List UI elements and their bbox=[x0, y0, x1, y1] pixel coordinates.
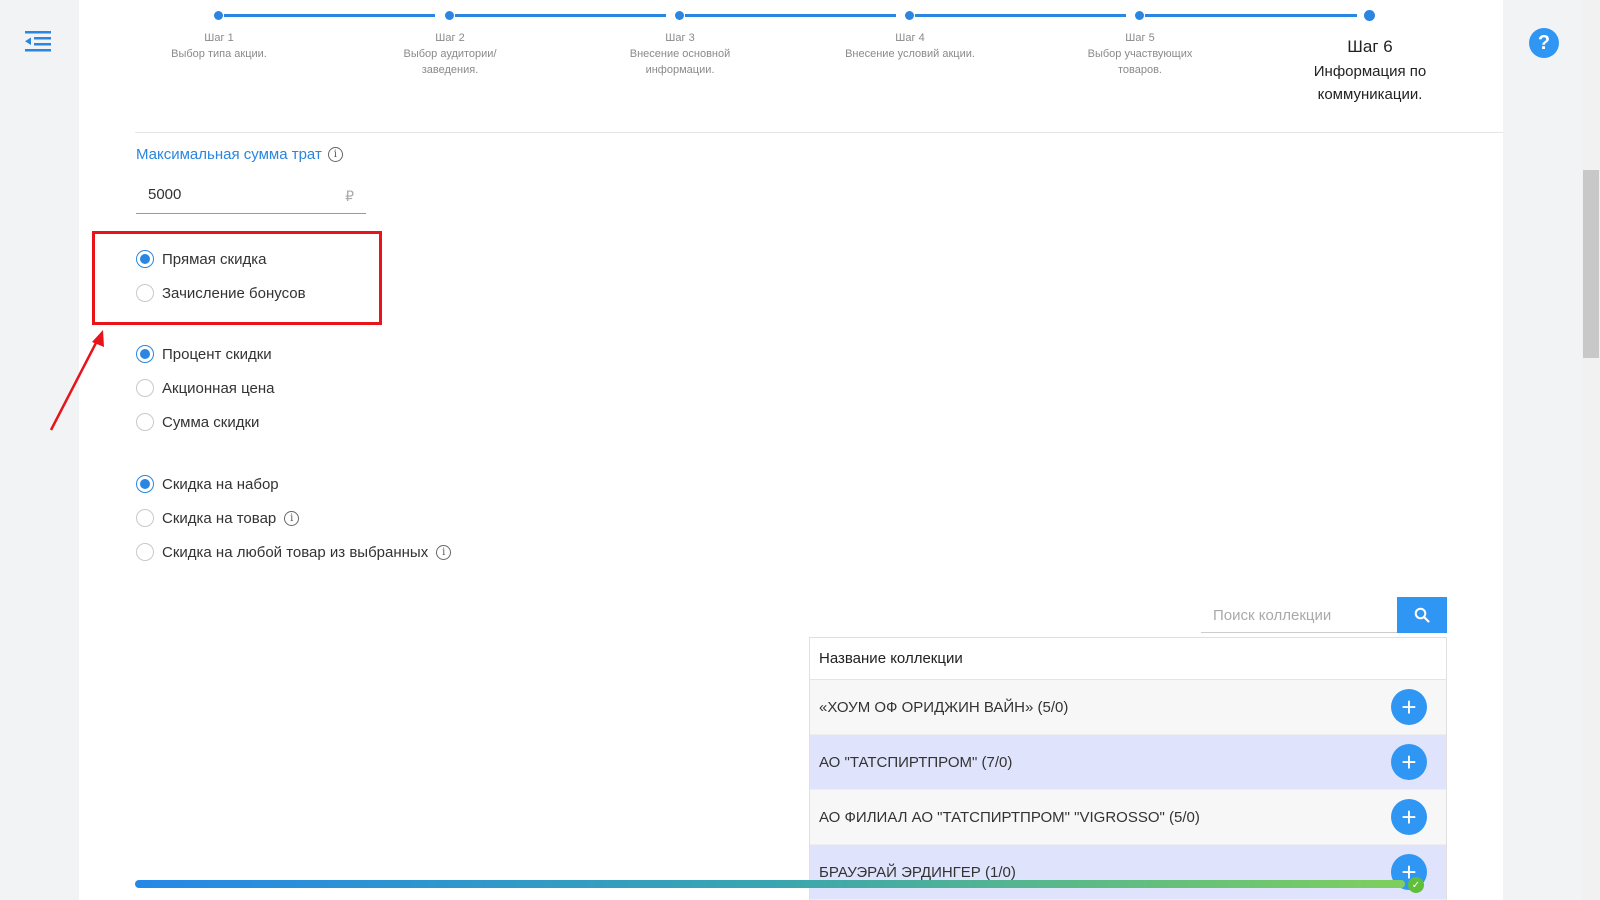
radio-label: Сумма скидки bbox=[162, 413, 260, 431]
step-number: Шаг 5 bbox=[1125, 32, 1155, 44]
step-connector bbox=[224, 14, 435, 17]
collections-table-header: Название коллекции bbox=[810, 638, 1446, 680]
radio-label: Скидка на товар bbox=[162, 509, 277, 527]
step-text: Выбор аудитории/заведения. bbox=[403, 48, 497, 76]
step-text: Информация по коммуникации. bbox=[1313, 63, 1427, 103]
wizard-stepper: Шаг 1 Выбор типа акции. Шаг 2 Выбор ауди… bbox=[79, 0, 1503, 110]
radio-label: Скидка на любой товар из выбранных bbox=[162, 543, 429, 561]
radio-button[interactable] bbox=[136, 543, 154, 561]
max-sum-value: 5000 bbox=[148, 186, 182, 203]
info-icon[interactable]: i bbox=[327, 147, 343, 162]
step-number: Шаг 4 bbox=[895, 32, 925, 44]
step-5-dot[interactable] bbox=[1135, 11, 1144, 20]
check-icon: ✓ bbox=[1408, 877, 1424, 893]
add-collection-button[interactable]: + bbox=[1391, 689, 1427, 725]
step-number: Шаг 3 bbox=[665, 32, 695, 44]
max-sum-label: Максимальная сумма трат i bbox=[136, 146, 343, 163]
add-collection-button[interactable]: + bbox=[1391, 744, 1427, 780]
table-row: «ХОУМ ОФ ОРИДЖИН ВАЙН» (5/0) + bbox=[810, 680, 1446, 735]
radio-button[interactable] bbox=[136, 475, 154, 493]
collection-name: АО ФИЛИАЛ АО "ТАТСПИРТПРОМ" "VIGROSSO" (… bbox=[819, 808, 1200, 826]
search-button[interactable] bbox=[1397, 597, 1447, 633]
annotation-arrow bbox=[49, 330, 104, 431]
step-text: Внесение основной информации. bbox=[629, 48, 731, 76]
step-text: Выбор участвующих товаров. bbox=[1087, 48, 1193, 76]
step-number: Шаг 1 bbox=[204, 32, 234, 44]
collections-table: Название коллекции «ХОУМ ОФ ОРИДЖИН ВАЙН… bbox=[809, 637, 1447, 900]
plus-icon: + bbox=[1401, 747, 1417, 777]
radio-item-discount[interactable]: Скидка на товар i bbox=[136, 509, 300, 527]
annotation-highlight-box bbox=[92, 231, 382, 325]
main-panel: Шаг 1 Выбор типа акции. Шаг 2 Выбор ауди… bbox=[79, 0, 1503, 900]
step-connector bbox=[685, 14, 896, 17]
menu-toggle-icon[interactable] bbox=[22, 28, 54, 56]
radio-label: Акционная цена bbox=[162, 379, 275, 397]
question-icon: ? bbox=[1537, 31, 1551, 54]
radio-discount-percent[interactable]: Процент скидки bbox=[136, 345, 272, 363]
collection-name: «ХОУМ ОФ ОРИДЖИН ВАЙН» (5/0) bbox=[819, 698, 1069, 716]
table-row: БРАУЭРАЙ ЭРДИНГЕР (1/0) + bbox=[810, 845, 1446, 900]
scrollbar-thumb[interactable] bbox=[1583, 170, 1599, 358]
step-1-dot[interactable] bbox=[214, 11, 223, 20]
help-button[interactable]: ? bbox=[1529, 28, 1559, 58]
max-sum-input[interactable]: 5000 ₽ bbox=[136, 180, 366, 214]
step-5-label[interactable]: Шаг 5 Выбор участвующих товаров. bbox=[1075, 30, 1205, 78]
step-3-dot[interactable] bbox=[675, 11, 684, 20]
collection-search-input[interactable]: Поиск коллекции bbox=[1201, 597, 1399, 633]
radio-set-discount[interactable]: Скидка на набор bbox=[136, 475, 279, 493]
divider bbox=[135, 132, 1503, 133]
radio-button[interactable] bbox=[136, 509, 154, 527]
radio-label: Процент скидки bbox=[162, 345, 272, 363]
step-number: Шаг 6 bbox=[1347, 37, 1393, 56]
search-icon bbox=[1414, 607, 1430, 623]
radio-button[interactable] bbox=[136, 345, 154, 363]
radio-button[interactable] bbox=[136, 413, 154, 431]
step-connector bbox=[455, 14, 666, 17]
collection-name: АО "ТАТСПИРТПРОМ" (7/0) bbox=[819, 753, 1013, 771]
plus-icon: + bbox=[1401, 692, 1417, 722]
step-number: Шаг 2 bbox=[435, 32, 465, 44]
step-connector bbox=[1145, 14, 1357, 17]
step-4-label[interactable]: Шаг 4 Внесение условий акции. bbox=[835, 30, 985, 62]
collection-name: БРАУЭРАЙ ЭРДИНГЕР (1/0) bbox=[819, 863, 1016, 881]
step-2-label[interactable]: Шаг 2 Выбор аудитории/заведения. bbox=[395, 30, 505, 78]
step-4-dot[interactable] bbox=[905, 11, 914, 20]
info-icon[interactable]: i bbox=[284, 510, 300, 526]
radio-button[interactable] bbox=[136, 379, 154, 397]
scrollbar-track[interactable] bbox=[1582, 0, 1600, 900]
progress-bar bbox=[135, 880, 1405, 888]
step-connector bbox=[915, 14, 1126, 17]
step-text: Внесение условий акции. bbox=[845, 48, 975, 60]
radio-any-selected-item-discount[interactable]: Скидка на любой товар из выбранных i bbox=[136, 543, 452, 561]
step-6-dot[interactable] bbox=[1364, 10, 1375, 21]
max-sum-label-text: Максимальная сумма трат bbox=[136, 146, 322, 163]
info-icon[interactable]: i bbox=[436, 544, 452, 560]
step-3-label[interactable]: Шаг 3 Внесение основной информации. bbox=[615, 30, 745, 78]
table-row: АО "ТАТСПИРТПРОМ" (7/0) + bbox=[810, 735, 1446, 790]
add-collection-button[interactable]: + bbox=[1391, 799, 1427, 835]
radio-label: Скидка на набор bbox=[162, 475, 279, 493]
table-row: АО ФИЛИАЛ АО "ТАТСПИРТПРОМ" "VIGROSSO" (… bbox=[810, 790, 1446, 845]
step-1-label[interactable]: Шаг 1 Выбор типа акции. bbox=[144, 30, 294, 62]
radio-promo-price[interactable]: Акционная цена bbox=[136, 379, 274, 397]
step-2-dot[interactable] bbox=[445, 11, 454, 20]
currency-label: ₽ bbox=[345, 188, 354, 204]
step-6-label[interactable]: Шаг 6 Информация по коммуникации. bbox=[1285, 35, 1455, 106]
plus-icon: + bbox=[1401, 802, 1417, 832]
radio-discount-amount[interactable]: Сумма скидки bbox=[136, 413, 259, 431]
step-text: Выбор типа акции. bbox=[171, 48, 267, 60]
